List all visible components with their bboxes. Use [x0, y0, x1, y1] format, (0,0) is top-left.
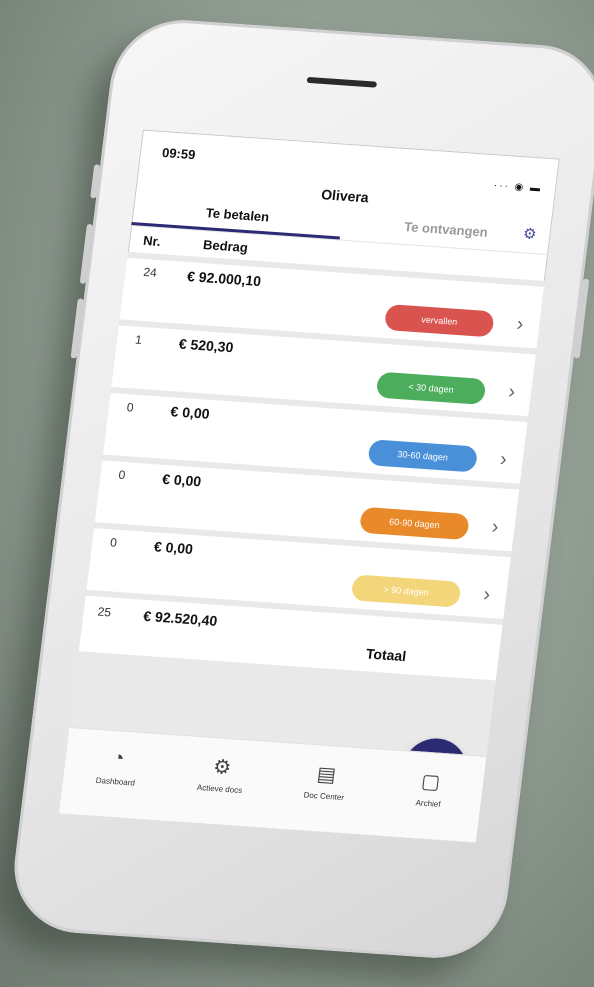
- status-badge: vervallen: [383, 303, 495, 338]
- status-badge: > 90 dagen: [350, 574, 462, 608]
- open-folder-icon: ▢: [419, 770, 442, 794]
- column-header-nr: Nr.: [142, 232, 162, 249]
- nav-label: Doc Center: [303, 790, 345, 803]
- total-count: 25: [96, 604, 112, 620]
- phone-volume-down-button: [70, 298, 84, 359]
- row-amount: € 520,30: [177, 335, 235, 356]
- status-badge: 60-90 dagen: [358, 506, 470, 541]
- chevron-right-icon[interactable]: ›: [482, 583, 491, 606]
- nav-label: Actieve docs: [196, 782, 243, 796]
- phone-speaker: [306, 76, 378, 88]
- row-count: 0: [117, 467, 127, 483]
- document-gear-icon: ⚙: [211, 756, 233, 780]
- invoice-list: 24 € 92.000,10 vervallen › 1 € 520,30 < …: [68, 251, 545, 805]
- status-badge: 30-60 dagen: [367, 439, 479, 473]
- folder-gear-icon: ▤: [315, 763, 338, 787]
- nav-label: Archief: [415, 798, 442, 809]
- phone-side-button: [90, 164, 101, 199]
- row-count: 0: [126, 400, 135, 415]
- row-amount: € 0,00: [169, 403, 211, 422]
- chevron-right-icon[interactable]: ›: [490, 516, 499, 539]
- row-amount: € 0,00: [153, 538, 194, 557]
- row-amount: € 0,00: [161, 470, 203, 490]
- row-count: 0: [109, 535, 118, 550]
- status-time: 09:59: [161, 144, 197, 163]
- chevron-right-icon[interactable]: ›: [507, 381, 516, 404]
- chevron-right-icon[interactable]: ›: [499, 448, 508, 471]
- row-count: 24: [142, 264, 158, 280]
- row-amount: € 92.000,10: [186, 268, 263, 290]
- settings-gear-icon[interactable]: ⚙: [522, 224, 538, 243]
- nav-actieve-docs[interactable]: ⚙ Actieve docs: [163, 735, 278, 828]
- phone-device: 09:59 ··· ◉ ▬ Olivera ⚙ Te betalen Te on…: [6, 15, 594, 963]
- column-header-bedrag: Bedrag: [202, 236, 249, 255]
- chevron-right-icon[interactable]: ›: [515, 313, 524, 336]
- phone-power-button: [573, 278, 590, 359]
- phone-volume-up-button: [79, 223, 93, 284]
- nav-doc-center[interactable]: ▤ Doc Center: [267, 742, 382, 835]
- row-count: 1: [134, 332, 143, 347]
- nav-archief[interactable]: ▢ Archief: [372, 750, 487, 843]
- app-screen: 09:59 ··· ◉ ▬ Olivera ⚙ Te betalen Te on…: [58, 129, 560, 843]
- nav-dashboard[interactable]: ◔ Dashboard: [59, 728, 174, 821]
- gauge-icon: ◔: [110, 746, 126, 770]
- status-badge: < 30 dagen: [375, 371, 487, 405]
- nav-label: Dashboard: [95, 775, 136, 788]
- status-icons: ··· ◉ ▬: [493, 180, 543, 195]
- total-label: Totaal: [365, 645, 408, 665]
- total-amount: € 92.520,40: [142, 607, 219, 629]
